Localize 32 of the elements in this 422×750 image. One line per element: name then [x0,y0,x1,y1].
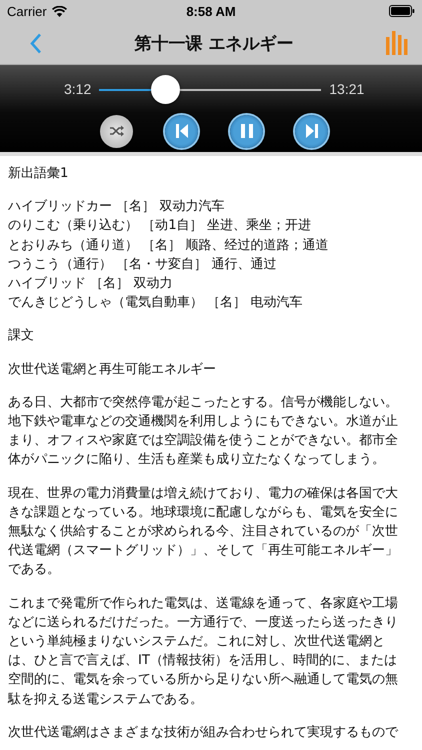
lesson-paragraph: 次世代送電網はさまざまな技術が組み合わせられて実現するもので [8,724,400,742]
skip-forward-icon [306,124,318,138]
shuffle-button[interactable] [100,114,133,148]
total-time: 13:21 [329,81,364,97]
lesson-paragraph: これまで発電所で作られた電気は、送電線を通って、各家庭や工場などに送られるだけだった。一方通行で、一度送ったら送ったきりという単純極まりないシステムだ。これに対し、次世代送電網とは、ひと言で言えば、IT（情報技術）を活用し、時間的に、または空間的に、電気を余っている所から足りない所へ融通して電気の無駄を抑える送電システムである。 [8,594,399,709]
slider-thumb[interactable] [151,74,180,104]
wifi-icon [52,6,67,16]
lesson-paragraph: 現在、世界の電力消費量は増え続けており、電力の確保は各国で大きな課題となっている。地球環境に配慮しながらも、電気を安全に無駄なく供給することが求められる今、注目されているのが「次世代送電網（スマートグリッド）」、そして「再生可能エネルギー」である。 [8,484,399,580]
skip-back-icon [176,124,188,138]
carrier-label: Carrier [7,4,47,18]
shuffle-icon [108,125,124,137]
vocab-line: のりこむ（乗り込む） ［动1自］ 坐进、乘坐；开进 [8,217,312,236]
battery-icon [389,5,415,17]
seek-slider[interactable] [99,74,322,104]
next-button[interactable] [295,114,328,148]
section-heading: 課文 [8,327,35,346]
previous-button[interactable] [165,114,198,148]
status-time: 8:58 AM [186,4,236,18]
lesson-paragraph: ある日、大都市で突然停電が起こったとする。信号が機能しない。地下鉄や電車などの交通機関を利用しようにもできない。水道が止まり、オフィスや家庭では空調設備を使うことができない。都市全体がパニックに陥り、生活も産業も成り立たなくなってしまう。 [8,394,399,470]
pause-icon [240,124,252,138]
bars-icon [386,31,408,55]
pause-button[interactable] [230,114,263,148]
section-heading: 新出語彙1 [8,165,70,183]
section-heading: 次世代送電網と再生可能エネルギー [8,360,217,379]
vocab-line: でんきじどうしゃ（電気自動車） ［名］ 电动汽车 [8,294,304,312]
elapsed-time: 3:12 [64,81,92,97]
vocab-line: ハイブリッド ［名］ 双动力 [8,275,174,294]
back-chevron-icon [30,32,42,54]
screen-title: 第十一课 エネルギー [134,32,294,54]
vocab-line: つうこう（通行） ［名・サ変自］ 通行、通过 [8,256,278,274]
vocab-line: とおりみち（通り道） ［名］ 顺路、经过的道路；通道 [8,236,330,255]
vocab-line: ハイブリッドカー ［名］ 双动力汽车 [8,198,226,216]
